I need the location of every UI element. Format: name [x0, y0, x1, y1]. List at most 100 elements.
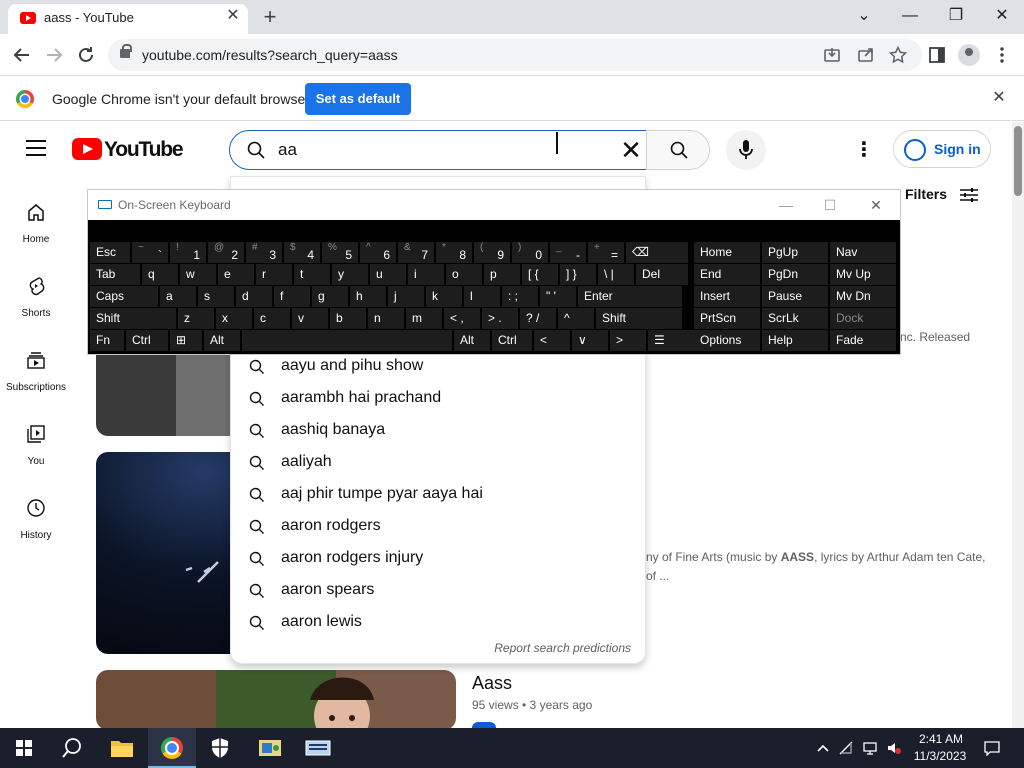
osk-key[interactable]: * 8 — [436, 242, 472, 263]
osk-key[interactable]: Alt — [204, 330, 240, 351]
close-window-button[interactable]: ✕ — [982, 4, 1022, 28]
osk-key[interactable]: v — [292, 308, 328, 329]
search-suggestion-item[interactable]: aarambh hai prachand — [231, 383, 647, 415]
osk-key[interactable]: #3 — [246, 242, 282, 263]
osk-key[interactable]: Help — [762, 330, 828, 351]
hamburger-menu-icon[interactable] — [26, 140, 46, 156]
osk-key[interactable]: j — [388, 286, 424, 307]
restore-window-button[interactable]: ❐ — [936, 4, 976, 28]
osk-key[interactable]: \ | — [598, 264, 634, 285]
osk-key[interactable]: f — [274, 286, 310, 307]
osk-key[interactable]: ∨ — [572, 330, 608, 351]
osk-minimize-button[interactable]: — — [766, 194, 806, 216]
lock-icon[interactable] — [120, 44, 132, 58]
guide-item-subscriptions[interactable]: Subscriptions — [0, 342, 72, 412]
osk-key[interactable]: > . — [482, 308, 518, 329]
osk-key[interactable]: ) 0 — [512, 242, 548, 263]
back-arrow-icon[interactable] — [9, 42, 35, 68]
voice-search-button[interactable] — [726, 130, 766, 170]
osk-key[interactable]: ⊞ — [170, 330, 202, 351]
filters-button[interactable]: Filters — [905, 186, 979, 204]
osk-key[interactable]: g — [312, 286, 348, 307]
bookmark-star-icon[interactable] — [888, 45, 908, 65]
forward-arrow-icon[interactable] — [41, 42, 67, 68]
ethernet-icon[interactable] — [862, 740, 878, 756]
clock-date[interactable]: 11/3/2023 — [910, 749, 970, 763]
osk-key[interactable]: d — [236, 286, 272, 307]
osk-key[interactable]: Caps — [90, 286, 158, 307]
tray-overflow-chevron-icon[interactable] — [815, 740, 831, 756]
osk-key[interactable]: End — [694, 264, 760, 285]
osk-key[interactable]: Enter — [578, 286, 682, 307]
reload-icon[interactable] — [73, 42, 99, 68]
osk-key[interactable]: (9 — [474, 242, 510, 263]
osk-key[interactable]: < , — [444, 308, 480, 329]
osk-key[interactable]: x — [216, 308, 252, 329]
osk-key[interactable]: Insert — [694, 286, 760, 307]
osk-key[interactable]: $4 — [284, 242, 320, 263]
osk-key[interactable]: r — [256, 264, 292, 285]
osk-key[interactable]: PgUp — [762, 242, 828, 263]
minimize-window-button[interactable]: — — [890, 4, 930, 28]
osk-key[interactable]: % 5 — [322, 242, 358, 263]
taskbar-on-screen-keyboard[interactable] — [294, 728, 342, 768]
osk-key[interactable]: ! 1 — [170, 242, 206, 263]
osk-key[interactable]: Shift — [596, 308, 682, 329]
osk-key[interactable]: Mv Up — [830, 264, 896, 285]
guide-item-home[interactable]: Home — [0, 194, 72, 264]
sign-in-button[interactable]: Sign in — [893, 130, 991, 168]
osk-key[interactable]: Alt — [454, 330, 490, 351]
osk-key[interactable]: p — [484, 264, 520, 285]
osk-close-button[interactable]: ✕ — [856, 194, 896, 216]
osk-key[interactable]: Fn — [90, 330, 124, 351]
osk-key[interactable]: ^ — [558, 308, 594, 329]
osk-key[interactable]: k — [426, 286, 462, 307]
youtube-logo-icon[interactable] — [72, 138, 102, 160]
osk-key[interactable]: a — [160, 286, 196, 307]
osk-key[interactable]: t — [294, 264, 330, 285]
osk-key[interactable]: l — [464, 286, 500, 307]
osk-key[interactable]: e — [218, 264, 254, 285]
guide-item-shorts[interactable]: Shorts — [0, 268, 72, 338]
backspace-key[interactable]: ⌫ — [626, 242, 688, 263]
osk-key[interactable]: h — [350, 286, 386, 307]
more-options-icon[interactable]: ⋮ — [852, 138, 876, 162]
osk-key[interactable]: + = — [588, 242, 624, 263]
tab-close-icon[interactable]: ✕ — [224, 7, 242, 25]
osk-key[interactable]: Nav — [830, 242, 896, 263]
osk-key[interactable]: @2 — [208, 242, 244, 263]
osk-key[interactable]: m — [406, 308, 442, 329]
osk-key[interactable]: Shift — [90, 308, 176, 329]
osk-key[interactable]: q — [142, 264, 178, 285]
osk-key[interactable]: s — [198, 286, 234, 307]
search-suggestion-item[interactable]: aayu and pihu show — [231, 351, 647, 383]
osk-key[interactable]: w — [180, 264, 216, 285]
side-panel-icon[interactable] — [926, 44, 948, 66]
scrollbar-thumb[interactable] — [1014, 126, 1022, 196]
search-suggestion-item[interactable]: aaj phir tumpe pyar aaya hai — [231, 479, 647, 511]
url-text[interactable]: youtube.com/results?search_query=aass — [142, 47, 398, 63]
profile-avatar-icon[interactable] — [958, 44, 980, 66]
osk-key[interactable]: : ; — [502, 286, 538, 307]
guide-item-history[interactable]: History — [0, 490, 72, 560]
osk-key[interactable]: Del — [636, 264, 688, 285]
video-thumbnail[interactable] — [96, 670, 456, 730]
infobar-close-icon[interactable]: ✕ — [990, 89, 1008, 107]
osk-key[interactable]: & 7 — [398, 242, 434, 263]
search-suggestion-item[interactable]: aaron rodgers injury — [231, 543, 647, 575]
chrome-menu-icon[interactable] — [991, 44, 1013, 66]
search-suggestion-item[interactable]: aaron spears — [231, 575, 647, 607]
osk-key[interactable]: z — [178, 308, 214, 329]
youtube-wordmark[interactable]: YouTube — [104, 138, 184, 162]
osk-key[interactable]: y — [332, 264, 368, 285]
search-suggestion-item[interactable]: aaron rodgers — [231, 511, 647, 543]
share-icon[interactable] — [856, 45, 876, 65]
search-suggestion-item[interactable]: aaliyah — [231, 447, 647, 479]
osk-key[interactable]: Options — [694, 330, 760, 351]
set-as-default-button[interactable]: Set as default — [305, 83, 411, 115]
osk-key[interactable]: > — [610, 330, 646, 351]
report-search-predictions-link[interactable]: Report search predictions — [494, 641, 631, 655]
osk-key[interactable]: PrtScn — [694, 308, 760, 329]
osk-key[interactable]: Fade — [830, 330, 896, 351]
taskbar-security-app[interactable] — [196, 728, 244, 768]
